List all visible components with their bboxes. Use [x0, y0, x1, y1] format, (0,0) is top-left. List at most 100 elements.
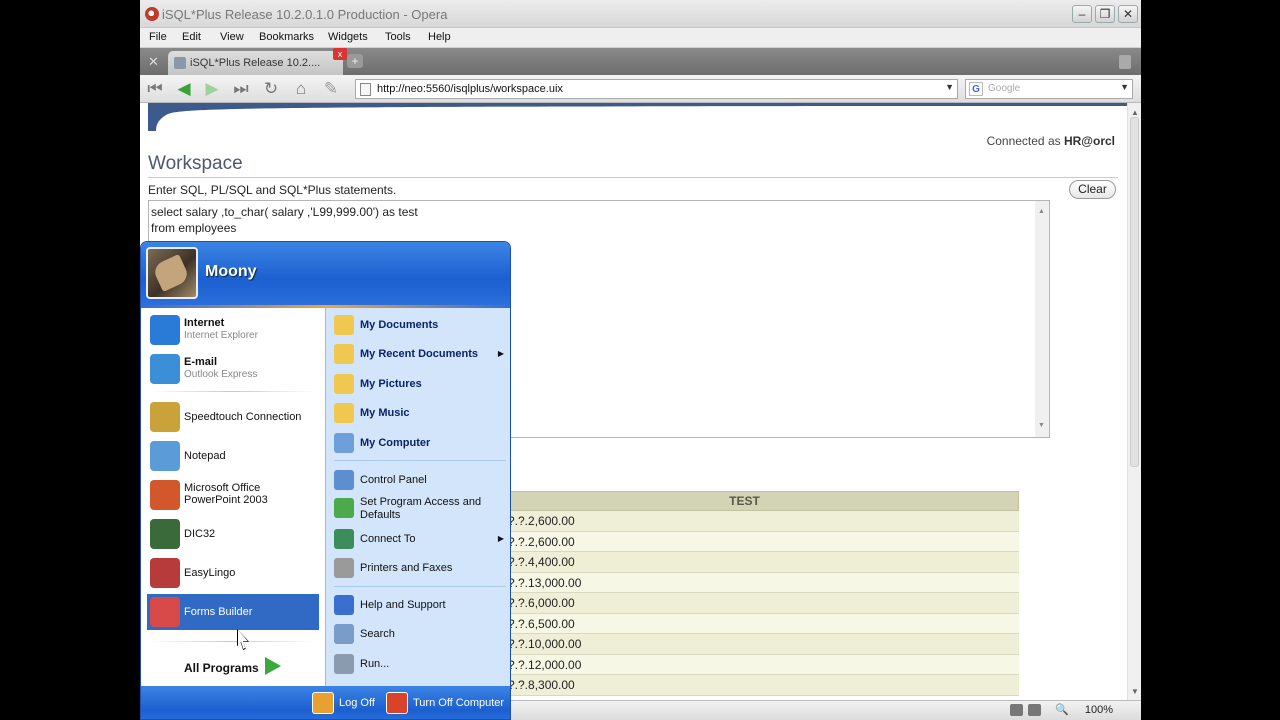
places-item[interactable]: My Music	[330, 400, 508, 426]
log-off-key-icon	[312, 692, 334, 714]
edit-pen-icon[interactable]: ✎	[320, 79, 342, 99]
menu-tools[interactable]: Tools	[385, 31, 411, 43]
page-scroll-thumb[interactable]	[1130, 117, 1139, 467]
rewind-icon[interactable]: ⏮	[144, 79, 166, 99]
menu-view[interactable]: View	[220, 31, 244, 43]
connect-to-icon	[334, 529, 354, 549]
closed-tabs-icon[interactable]: ✕	[148, 54, 164, 70]
program-item[interactable]: Microsoft Office PowerPoint 2003	[147, 477, 319, 513]
search-dropdown-icon[interactable]: ▼	[1120, 82, 1129, 92]
page-favicon-icon	[174, 57, 186, 69]
help-item-label: Help and Support	[360, 599, 446, 611]
pinned-item[interactable]: E-mail Outlook Express	[147, 351, 319, 387]
tab-isqlplus[interactable]: iSQL*Plus Release 10.2.... x	[168, 48, 347, 75]
start-menu-header: Moony	[141, 242, 510, 305]
help-item[interactable]: Run...	[330, 651, 508, 677]
scroll-up-icon[interactable]: ▲	[1038, 204, 1045, 220]
help-item[interactable]: Help and Support	[330, 592, 508, 618]
fast-forward-icon[interactable]: ⏭	[230, 79, 252, 99]
page-title: Workspace	[148, 153, 243, 174]
program-item[interactable]: DIC32	[147, 516, 319, 552]
window-title: iSQL*Plus Release 10.2.0.1.0 Production …	[162, 7, 448, 22]
maximize-button[interactable]: ❐	[1095, 5, 1115, 23]
user-name: Moony	[205, 263, 257, 280]
program-item[interactable]: EasyLingo	[147, 555, 319, 591]
menu-widgets[interactable]: Widgets	[328, 31, 368, 43]
menu-edit[interactable]: Edit	[182, 31, 201, 43]
pinned-item-title: Internet	[184, 317, 225, 329]
search-icon	[334, 624, 354, 644]
scroll-down-icon[interactable]: ▼	[1038, 418, 1045, 434]
table-row: ?.?.6,000.00	[470, 593, 1019, 614]
table-row: ?.?.2,600.00	[470, 511, 1019, 532]
my-music-folder-icon	[334, 403, 354, 423]
opera-logo-icon	[145, 7, 159, 21]
places-item[interactable]: My Computer	[330, 430, 508, 456]
zoom-magnifier-icon[interactable]: 🔍	[1055, 703, 1069, 716]
forward-icon[interactable]: ▶	[201, 79, 223, 99]
settings-item[interactable]: Connect To ▶	[330, 526, 508, 552]
program-item[interactable]: Speedtouch Connection	[147, 399, 319, 435]
program-item[interactable]: Notepad	[147, 438, 319, 474]
help-icon	[334, 595, 354, 615]
all-programs-button[interactable]: All Programs	[141, 647, 325, 686]
start-menu-places: My Documents My Recent Documents ▶ My Pictu…	[325, 308, 510, 686]
internet-explorer-icon	[150, 315, 180, 345]
places-item-label: My Pictures	[360, 378, 422, 390]
address-url[interactable]: http://neo:5560/isqlplus/workspace.uix	[377, 83, 563, 95]
panel-toggle-icon[interactable]	[1010, 704, 1023, 716]
camera-icon[interactable]	[1028, 704, 1041, 716]
pinned-separator	[149, 391, 317, 392]
program-access-icon	[334, 498, 354, 518]
zoom-level[interactable]: 100%	[1085, 704, 1113, 716]
settings-item[interactable]: Printers and Faxes	[330, 555, 508, 581]
menu-bookmarks[interactable]: Bookmarks	[259, 31, 314, 43]
settings-item-label: Printers and Faxes	[360, 562, 453, 574]
settings-item[interactable]: Set Program Access and Defaults	[330, 495, 508, 521]
places-item[interactable]: My Documents	[330, 312, 508, 338]
forms-builder-icon	[150, 597, 180, 627]
google-icon[interactable]: G	[969, 82, 983, 96]
program-item-label: Forms Builder	[184, 606, 253, 618]
reload-icon[interactable]: ↻	[260, 79, 282, 99]
page-scrollbar[interactable]: ▲ ▼	[1127, 103, 1141, 700]
close-window-button[interactable]: ✕	[1118, 5, 1138, 23]
places-item[interactable]: My Pictures	[330, 371, 508, 397]
program-item[interactable]: Forms Builder	[147, 594, 319, 630]
start-menu: Moony Internet Internet Explorer E-mail Out…	[140, 241, 511, 720]
search-placeholder[interactable]: Google	[988, 83, 1020, 94]
pinned-item[interactable]: Internet Internet Explorer	[147, 312, 319, 348]
help-item[interactable]: Search	[330, 621, 508, 647]
title-bar: iSQL*Plus Release 10.2.0.1.0 Production …	[140, 0, 1141, 28]
log-off-label: Log Off	[339, 697, 375, 709]
minimize-button[interactable]: –	[1072, 5, 1092, 23]
menu-file[interactable]: File	[149, 31, 167, 43]
home-icon[interactable]: ⌂	[290, 79, 312, 99]
settings-item[interactable]: Control Panel	[330, 467, 508, 493]
programs-separator	[149, 641, 317, 642]
page-scroll-up-icon[interactable]: ▲	[1131, 108, 1139, 117]
pinned-item-subtitle: Internet Explorer	[184, 330, 258, 341]
address-dropdown-icon[interactable]: ▼	[945, 82, 954, 92]
sql-scrollbar[interactable]: ▲ ▼	[1035, 201, 1049, 437]
help-item-label: Run...	[360, 658, 390, 670]
places-item[interactable]: My Recent Documents ▶	[330, 341, 508, 367]
back-icon[interactable]: ◀	[173, 79, 195, 99]
tab-label: iSQL*Plus Release 10.2....	[190, 57, 321, 69]
tab-close-button[interactable]: x	[333, 48, 347, 60]
trash-icon[interactable]	[1119, 55, 1131, 69]
menu-help[interactable]: Help	[428, 31, 451, 43]
header-banner	[148, 103, 1127, 131]
pinned-item-subtitle: Outlook Express	[184, 369, 258, 380]
table-row: ?.?.12,000.00	[470, 654, 1019, 675]
control-panel-icon	[334, 470, 354, 490]
address-bar[interactable]: http://neo:5560/isqlplus/workspace.uix ▼	[355, 79, 958, 99]
results-table: TEST ?.?.2,600.00 ?.?.2,600.00 ?.?.4,400…	[470, 491, 1019, 696]
new-tab-button[interactable]: +	[347, 54, 363, 68]
menu-bar: File Edit View Bookmarks Widgets Tools H…	[140, 28, 1141, 48]
page-scroll-down-icon[interactable]: ▼	[1131, 687, 1139, 696]
search-box[interactable]: G Google ▼	[965, 79, 1133, 99]
sql-line-2: from employees	[151, 221, 237, 235]
clear-button[interactable]: Clear	[1069, 180, 1116, 199]
title-divider	[148, 177, 1118, 178]
